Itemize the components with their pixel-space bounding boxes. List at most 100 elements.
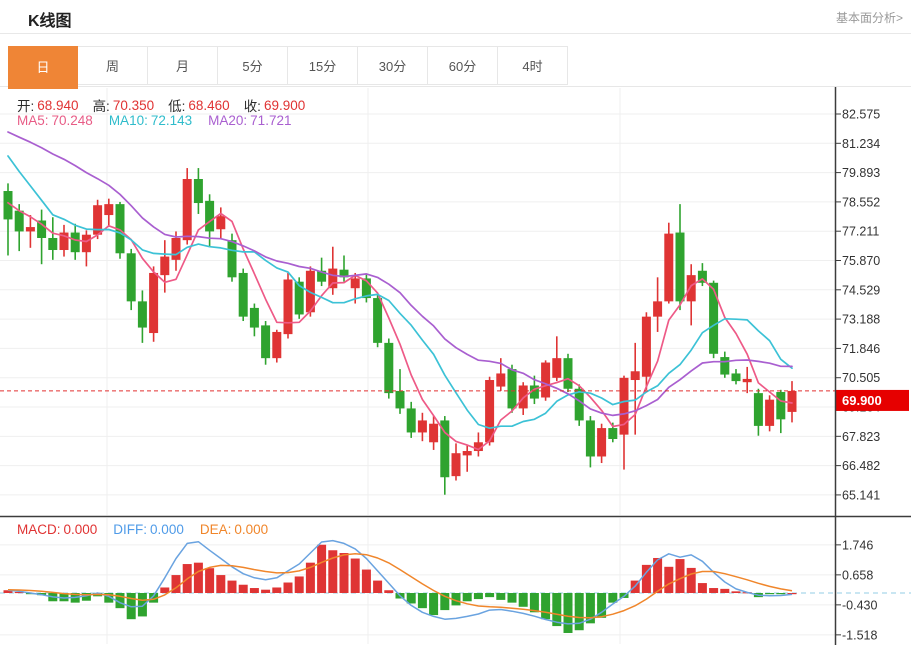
current-price-badge-text: 69.900 bbox=[842, 393, 882, 408]
ma20-value: MA20:71.721 bbox=[208, 113, 291, 128]
candle-down bbox=[373, 298, 382, 343]
ma-legend: MA5:70.248 MA10:72.143 MA20:71.721 bbox=[17, 113, 291, 128]
candle-up bbox=[160, 257, 169, 276]
price-tick-label: 73.188 bbox=[842, 313, 880, 327]
ohlc-low: 低:68.460 bbox=[168, 95, 230, 115]
dea-value: DEA:0.000 bbox=[200, 522, 268, 537]
macd-bar-up bbox=[216, 575, 225, 593]
macd-bar-down bbox=[463, 593, 472, 601]
macd-bar-up bbox=[295, 576, 304, 593]
price-tick-label: 65.141 bbox=[842, 488, 880, 502]
candle-up bbox=[552, 358, 561, 378]
fundamental-analysis-link[interactable]: 基本面分析> bbox=[836, 9, 903, 26]
candle-up bbox=[26, 227, 35, 231]
tab-60分[interactable]: 60分 bbox=[428, 46, 498, 85]
candle-down bbox=[508, 369, 517, 408]
macd-bar-up bbox=[261, 590, 270, 593]
macd-tick-label: 1.746 bbox=[842, 538, 873, 552]
tab-5分[interactable]: 5分 bbox=[218, 46, 288, 85]
macd-bar-up bbox=[720, 589, 729, 593]
candle-down bbox=[608, 428, 617, 439]
macd-bar-down bbox=[474, 593, 483, 599]
candle-down bbox=[250, 308, 259, 328]
macd-bar-down bbox=[519, 593, 528, 607]
macd-tick-label: -1.518 bbox=[842, 628, 877, 642]
candle-up bbox=[788, 391, 797, 412]
candle-up bbox=[172, 238, 181, 260]
candle-up bbox=[597, 428, 606, 456]
candle-down bbox=[776, 392, 785, 419]
topbar: K线图 基本面分析> bbox=[0, 0, 911, 33]
candle-up bbox=[183, 179, 192, 240]
ohlc-high: 高:70.350 bbox=[93, 95, 155, 115]
candle-up bbox=[620, 378, 629, 435]
macd-bar-up bbox=[676, 559, 685, 593]
price-tick-label: 81.234 bbox=[842, 137, 880, 151]
candle-up bbox=[452, 453, 461, 476]
candle-up bbox=[664, 234, 673, 302]
macd-bar-down bbox=[496, 593, 505, 600]
macd-tick-label: -0.430 bbox=[842, 598, 877, 612]
price-tick-label: 79.893 bbox=[842, 166, 880, 180]
candle-up bbox=[687, 275, 696, 301]
macd-bar-up bbox=[340, 553, 349, 593]
macd-bar-up bbox=[709, 588, 718, 593]
macd-bar-up bbox=[228, 581, 237, 593]
candle-down bbox=[732, 373, 741, 381]
price-tick-label: 75.870 bbox=[842, 254, 880, 268]
macd-bar-down bbox=[429, 593, 438, 615]
price-tick-label: 71.846 bbox=[842, 342, 880, 356]
candle-up bbox=[642, 317, 651, 377]
macd-bar-up bbox=[732, 591, 741, 593]
macd-bar-up bbox=[384, 590, 393, 593]
candle-up bbox=[149, 273, 158, 333]
ma10-value: MA10:72.143 bbox=[109, 113, 192, 128]
tab-15分[interactable]: 15分 bbox=[288, 46, 358, 85]
macd-bar-down bbox=[765, 593, 774, 594]
macd-bar-down bbox=[776, 593, 785, 594]
candle-up bbox=[429, 424, 438, 443]
macd-bar-down bbox=[530, 593, 539, 612]
macd-bar-up bbox=[272, 587, 281, 593]
tab-30分[interactable]: 30分 bbox=[358, 46, 428, 85]
candle-down bbox=[15, 211, 24, 232]
candle-up bbox=[541, 363, 550, 398]
candle-down bbox=[564, 358, 573, 389]
candle-up bbox=[272, 332, 281, 358]
candle-up bbox=[463, 451, 472, 455]
price-tick-label: 67.823 bbox=[842, 430, 880, 444]
candle-down bbox=[205, 201, 214, 232]
tab-周[interactable]: 周 bbox=[78, 46, 148, 85]
candle-down bbox=[384, 343, 393, 393]
price-tick-label: 66.482 bbox=[842, 459, 880, 473]
candle-down bbox=[228, 240, 237, 277]
macd-bar-up bbox=[205, 568, 214, 593]
macd-bar-down bbox=[564, 593, 573, 633]
tab-月[interactable]: 月 bbox=[148, 46, 218, 85]
candle-up bbox=[82, 235, 91, 252]
diff-line bbox=[8, 541, 792, 624]
macd-bar-down bbox=[485, 593, 494, 597]
candle-down bbox=[261, 325, 270, 358]
macd-bar-up bbox=[194, 563, 203, 593]
candle-down bbox=[754, 393, 763, 426]
macd-legend: MACD:0.000 DIFF:0.000 DEA:0.000 bbox=[17, 522, 268, 537]
candle-up bbox=[351, 278, 360, 288]
candle-down bbox=[194, 179, 203, 203]
macd-bar-up bbox=[698, 583, 707, 593]
macd-bar-up bbox=[239, 585, 248, 593]
candle-up bbox=[216, 216, 225, 229]
macd-bar-up bbox=[687, 568, 696, 593]
candle-up bbox=[418, 420, 427, 432]
candle-up bbox=[653, 301, 662, 316]
candle-down bbox=[396, 391, 405, 408]
candle-down bbox=[138, 301, 147, 327]
macd-bar-up bbox=[362, 570, 371, 593]
tab-4时[interactable]: 4时 bbox=[498, 46, 568, 85]
diff-value: DIFF:0.000 bbox=[113, 522, 184, 537]
candle-down bbox=[407, 408, 416, 432]
price-tick-label: 74.529 bbox=[842, 283, 880, 297]
tab-日[interactable]: 日 bbox=[8, 46, 78, 89]
candle-up bbox=[496, 373, 505, 386]
candle-up bbox=[631, 371, 640, 380]
